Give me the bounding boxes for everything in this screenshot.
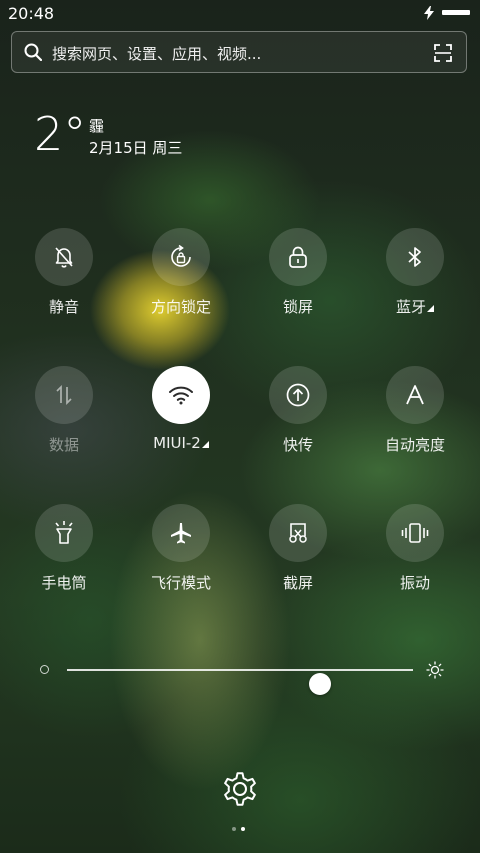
toggle-flashlight[interactable]: 手电筒 [14, 504, 114, 614]
toggle-auto-brightness-button[interactable] [386, 366, 444, 424]
toggle-airplane-mode-button[interactable] [152, 504, 210, 562]
weather-date: 2月15日 周三 [89, 139, 183, 157]
airplane-icon [171, 523, 191, 544]
sun-icon [426, 661, 444, 679]
toggle-vibrate-button[interactable] [386, 504, 444, 562]
transfer-icon [286, 383, 310, 407]
toggle-rotation-lock-button[interactable] [152, 228, 210, 286]
toggle-screenshot-button[interactable] [269, 504, 327, 562]
toggle-lock-screen-button[interactable] [269, 228, 327, 286]
toggle-silent[interactable]: 静音 [14, 228, 114, 338]
toggle-label: 数据 [48, 436, 79, 454]
auto-brightness-icon [406, 385, 424, 405]
search-icon [24, 43, 42, 61]
toggle-label: 截屏 [282, 574, 313, 592]
bell-mute-icon [55, 247, 73, 268]
toggle-screenshot[interactable]: 截屏 [248, 504, 348, 614]
battery-icon [442, 10, 470, 15]
toggle-auto-brightness[interactable]: 自动亮度 [365, 366, 465, 476]
scan-icon[interactable] [434, 44, 452, 62]
bluetooth-icon [408, 247, 421, 267]
page-dot [241, 827, 245, 831]
lock-icon [289, 246, 307, 268]
toggle-label: 手电筒 [41, 574, 87, 592]
expand-triangle-icon [427, 305, 434, 312]
toggle-label: 锁屏 [282, 298, 313, 316]
toggle-flashlight-button[interactable] [35, 504, 93, 562]
toggle-rotation-lock[interactable]: 方向锁定 [131, 228, 231, 338]
expand-triangle-icon [201, 441, 209, 448]
toggle-label-text: 蓝牙 [395, 298, 426, 316]
toggle-airplane-mode[interactable]: 飞行模式 [131, 504, 231, 614]
mobile-data-icon [56, 384, 72, 406]
toggle-label: 快传 [282, 436, 313, 454]
toggle-label: 自动亮度 [384, 436, 445, 454]
toggle-label: MIUI-2 [131, 434, 231, 452]
brightness-slider[interactable] [36, 655, 450, 695]
screenshot-icon [289, 523, 307, 543]
toggle-mobile-data[interactable]: 数据 [14, 366, 114, 476]
toggle-label: 飞行模式 [150, 574, 211, 592]
status-bar: 20:48 [0, 0, 480, 28]
toggle-label: 静音 [48, 298, 79, 316]
toggle-label: 方向锁定 [150, 298, 211, 316]
toggle-vibrate[interactable]: 振动 [365, 504, 465, 614]
brightness-thumb[interactable] [308, 673, 331, 695]
toggle-bluetooth[interactable]: 蓝牙 [365, 228, 465, 338]
toggle-label: 振动 [399, 574, 430, 592]
toggle-wifi-button[interactable] [152, 366, 210, 424]
lightning-icon [424, 6, 434, 20]
toggle-wifi[interactable]: MIUI-2 [131, 366, 231, 476]
wifi-icon [169, 386, 193, 405]
search-bar[interactable]: 搜索网页、设置、应用、视频... [11, 31, 467, 73]
brightness-track[interactable] [67, 669, 413, 695]
settings-gear-icon[interactable] [219, 768, 261, 810]
weather-temperature: 2° [34, 107, 87, 161]
page-dot [232, 827, 236, 831]
search-input[interactable]: 搜索网页、设置、应用、视频... [52, 43, 261, 64]
page-indicator [232, 827, 248, 833]
toggle-label-text: MIUI-2 [153, 434, 201, 452]
toggle-quick-transfer[interactable]: 快传 [248, 366, 348, 476]
status-time: 20:48 [8, 4, 55, 23]
flashlight-icon [55, 521, 73, 544]
weather-condition: 霾 [89, 117, 105, 135]
rotation-lock-icon [171, 244, 191, 267]
toggle-lock-screen[interactable]: 锁屏 [248, 228, 348, 338]
toggle-bluetooth-button[interactable] [386, 228, 444, 286]
vibrate-icon [401, 523, 429, 543]
toggle-quick-transfer-button[interactable] [269, 366, 327, 424]
toggle-label: 蓝牙 [365, 296, 465, 317]
toggle-silent-button[interactable] [35, 228, 93, 286]
brightness-min-icon [40, 665, 49, 674]
toggle-mobile-data-button[interactable] [35, 366, 93, 424]
